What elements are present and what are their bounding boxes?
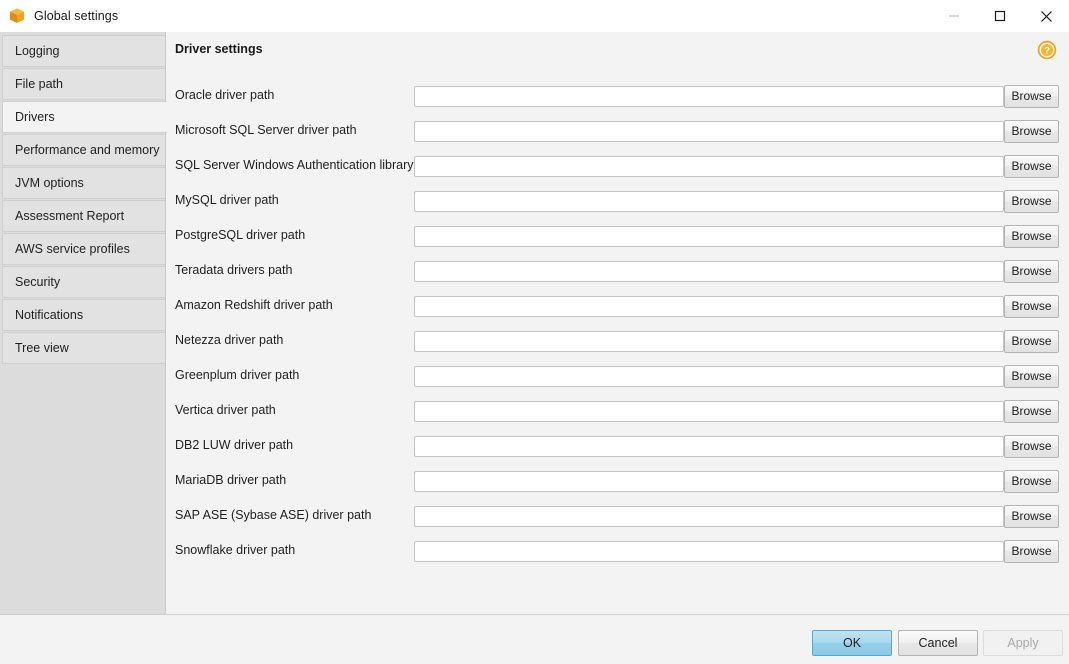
- page-title: Driver settings: [175, 42, 263, 56]
- driver-path-label: Amazon Redshift driver path: [175, 298, 333, 312]
- driver-path-row: SAP ASE (Sybase ASE) driver path Browse: [167, 502, 1069, 537]
- sidebar-item-label: File path: [15, 77, 63, 91]
- browse-button[interactable]: Browse: [1004, 225, 1059, 248]
- driver-path-label: Vertica driver path: [175, 403, 276, 417]
- settings-category-sidebar: Logging File path Drivers Performance and m…: [0, 32, 166, 614]
- sidebar-item-label: JVM options: [15, 176, 84, 190]
- sidebar-item-label: Tree view: [15, 341, 69, 355]
- driver-path-input[interactable]: [414, 331, 1004, 352]
- driver-path-label: SQL Server Windows Authentication librar…: [175, 158, 414, 172]
- driver-path-row: Teradata drivers path Browse: [167, 257, 1069, 292]
- driver-path-input[interactable]: [414, 296, 1004, 317]
- driver-path-row: Microsoft SQL Server driver path Browse: [167, 117, 1069, 152]
- driver-path-input[interactable]: [414, 191, 1004, 212]
- global-settings-dialog: Global settings Logging File path Drivers P…: [0, 0, 1069, 664]
- driver-path-input[interactable]: [414, 86, 1004, 107]
- driver-path-label: Microsoft SQL Server driver path: [175, 123, 357, 137]
- browse-button[interactable]: Browse: [1004, 190, 1059, 213]
- cancel-button[interactable]: Cancel: [898, 630, 978, 656]
- driver-path-label: Oracle driver path: [175, 88, 274, 102]
- browse-button[interactable]: Browse: [1004, 540, 1059, 563]
- sidebar-item-performance-and-memory[interactable]: Performance and memory: [2, 134, 165, 166]
- sidebar-item-drivers[interactable]: Drivers: [2, 101, 167, 133]
- driver-path-label: PostgreSQL driver path: [175, 228, 305, 242]
- sidebar-item-jvm-options[interactable]: JVM options: [2, 167, 165, 199]
- driver-path-input[interactable]: [414, 401, 1004, 422]
- driver-path-row: SQL Server Windows Authentication librar…: [167, 152, 1069, 187]
- sidebar-item-label: Performance and memory: [15, 143, 160, 157]
- window-title: Global settings: [34, 9, 118, 23]
- driver-path-label: Netezza driver path: [175, 333, 283, 347]
- sidebar-item-aws-service-profiles[interactable]: AWS service profiles: [2, 233, 165, 265]
- browse-button[interactable]: Browse: [1004, 365, 1059, 388]
- title-bar: Global settings: [0, 0, 1069, 32]
- driver-path-row: MariaDB driver path Browse: [167, 467, 1069, 502]
- dialog-footer: OK Cancel Apply: [0, 614, 1069, 664]
- driver-path-label: Teradata drivers path: [175, 263, 292, 277]
- driver-path-label: DB2 LUW driver path: [175, 438, 293, 452]
- driver-path-row: MySQL driver path Browse: [167, 187, 1069, 222]
- svg-text:?: ?: [1044, 46, 1050, 57]
- driver-path-input[interactable]: [414, 121, 1004, 142]
- driver-path-row: Vertica driver path Browse: [167, 397, 1069, 432]
- apply-button: Apply: [983, 630, 1063, 656]
- browse-button[interactable]: Browse: [1004, 120, 1059, 143]
- driver-path-row: DB2 LUW driver path Browse: [167, 432, 1069, 467]
- sidebar-item-assessment-report[interactable]: Assessment Report: [2, 200, 165, 232]
- sidebar-item-label: Drivers: [15, 110, 55, 124]
- sidebar-item-label: Assessment Report: [15, 209, 124, 223]
- browse-button[interactable]: Browse: [1004, 85, 1059, 108]
- sidebar-item-label: Notifications: [15, 308, 83, 322]
- driver-path-label: Greenplum driver path: [175, 368, 299, 382]
- driver-path-row: Netezza driver path Browse: [167, 327, 1069, 362]
- maximize-icon[interactable]: [977, 0, 1023, 32]
- window-controls: [931, 0, 1069, 32]
- sidebar-item-label: Security: [15, 275, 60, 289]
- browse-button[interactable]: Browse: [1004, 295, 1059, 318]
- sidebar-item-tree-view[interactable]: Tree view: [2, 332, 165, 364]
- browse-button[interactable]: Browse: [1004, 155, 1059, 178]
- driver-path-label: Snowflake driver path: [175, 543, 295, 557]
- driver-path-input[interactable]: [414, 506, 1004, 527]
- driver-path-label: SAP ASE (Sybase ASE) driver path: [175, 508, 371, 522]
- sidebar-item-label: Logging: [15, 44, 60, 58]
- ok-button[interactable]: OK: [812, 630, 892, 656]
- driver-path-input[interactable]: [414, 156, 1004, 177]
- browse-button[interactable]: Browse: [1004, 435, 1059, 458]
- driver-path-input[interactable]: [414, 366, 1004, 387]
- help-circle-icon[interactable]: ?: [1037, 40, 1057, 60]
- driver-path-input[interactable]: [414, 261, 1004, 282]
- browse-button[interactable]: Browse: [1004, 400, 1059, 423]
- box-icon: [8, 7, 26, 25]
- driver-path-input[interactable]: [414, 436, 1004, 457]
- browse-button[interactable]: Browse: [1004, 505, 1059, 528]
- sidebar-item-notifications[interactable]: Notifications: [2, 299, 165, 331]
- driver-path-label: MariaDB driver path: [175, 473, 286, 487]
- driver-path-label: MySQL driver path: [175, 193, 279, 207]
- driver-path-row: Greenplum driver path Browse: [167, 362, 1069, 397]
- sidebar-item-security[interactable]: Security: [2, 266, 165, 298]
- driver-path-row: Amazon Redshift driver path Browse: [167, 292, 1069, 327]
- browse-button[interactable]: Browse: [1004, 330, 1059, 353]
- driver-path-row: Oracle driver path Browse: [167, 82, 1069, 117]
- driver-paths-form: Oracle driver pathBrowseMicrosoft SQL Se…: [167, 82, 1069, 572]
- driver-path-input[interactable]: [414, 471, 1004, 492]
- driver-path-input[interactable]: [414, 226, 1004, 247]
- browse-button[interactable]: Browse: [1004, 260, 1059, 283]
- browse-button[interactable]: Browse: [1004, 470, 1059, 493]
- driver-settings-panel: Driver settings ? Oracle driver path Brow…: [167, 32, 1069, 614]
- minimize-icon[interactable]: [931, 0, 977, 32]
- sidebar-item-label: AWS service profiles: [15, 242, 130, 256]
- driver-path-row: Snowflake driver path Browse: [167, 537, 1069, 572]
- driver-path-row: PostgreSQL driver path Browse: [167, 222, 1069, 257]
- driver-path-input[interactable]: [414, 541, 1004, 562]
- sidebar-item-file-path[interactable]: File path: [2, 68, 165, 100]
- close-icon[interactable]: [1023, 0, 1069, 32]
- sidebar-item-logging[interactable]: Logging: [2, 35, 165, 67]
